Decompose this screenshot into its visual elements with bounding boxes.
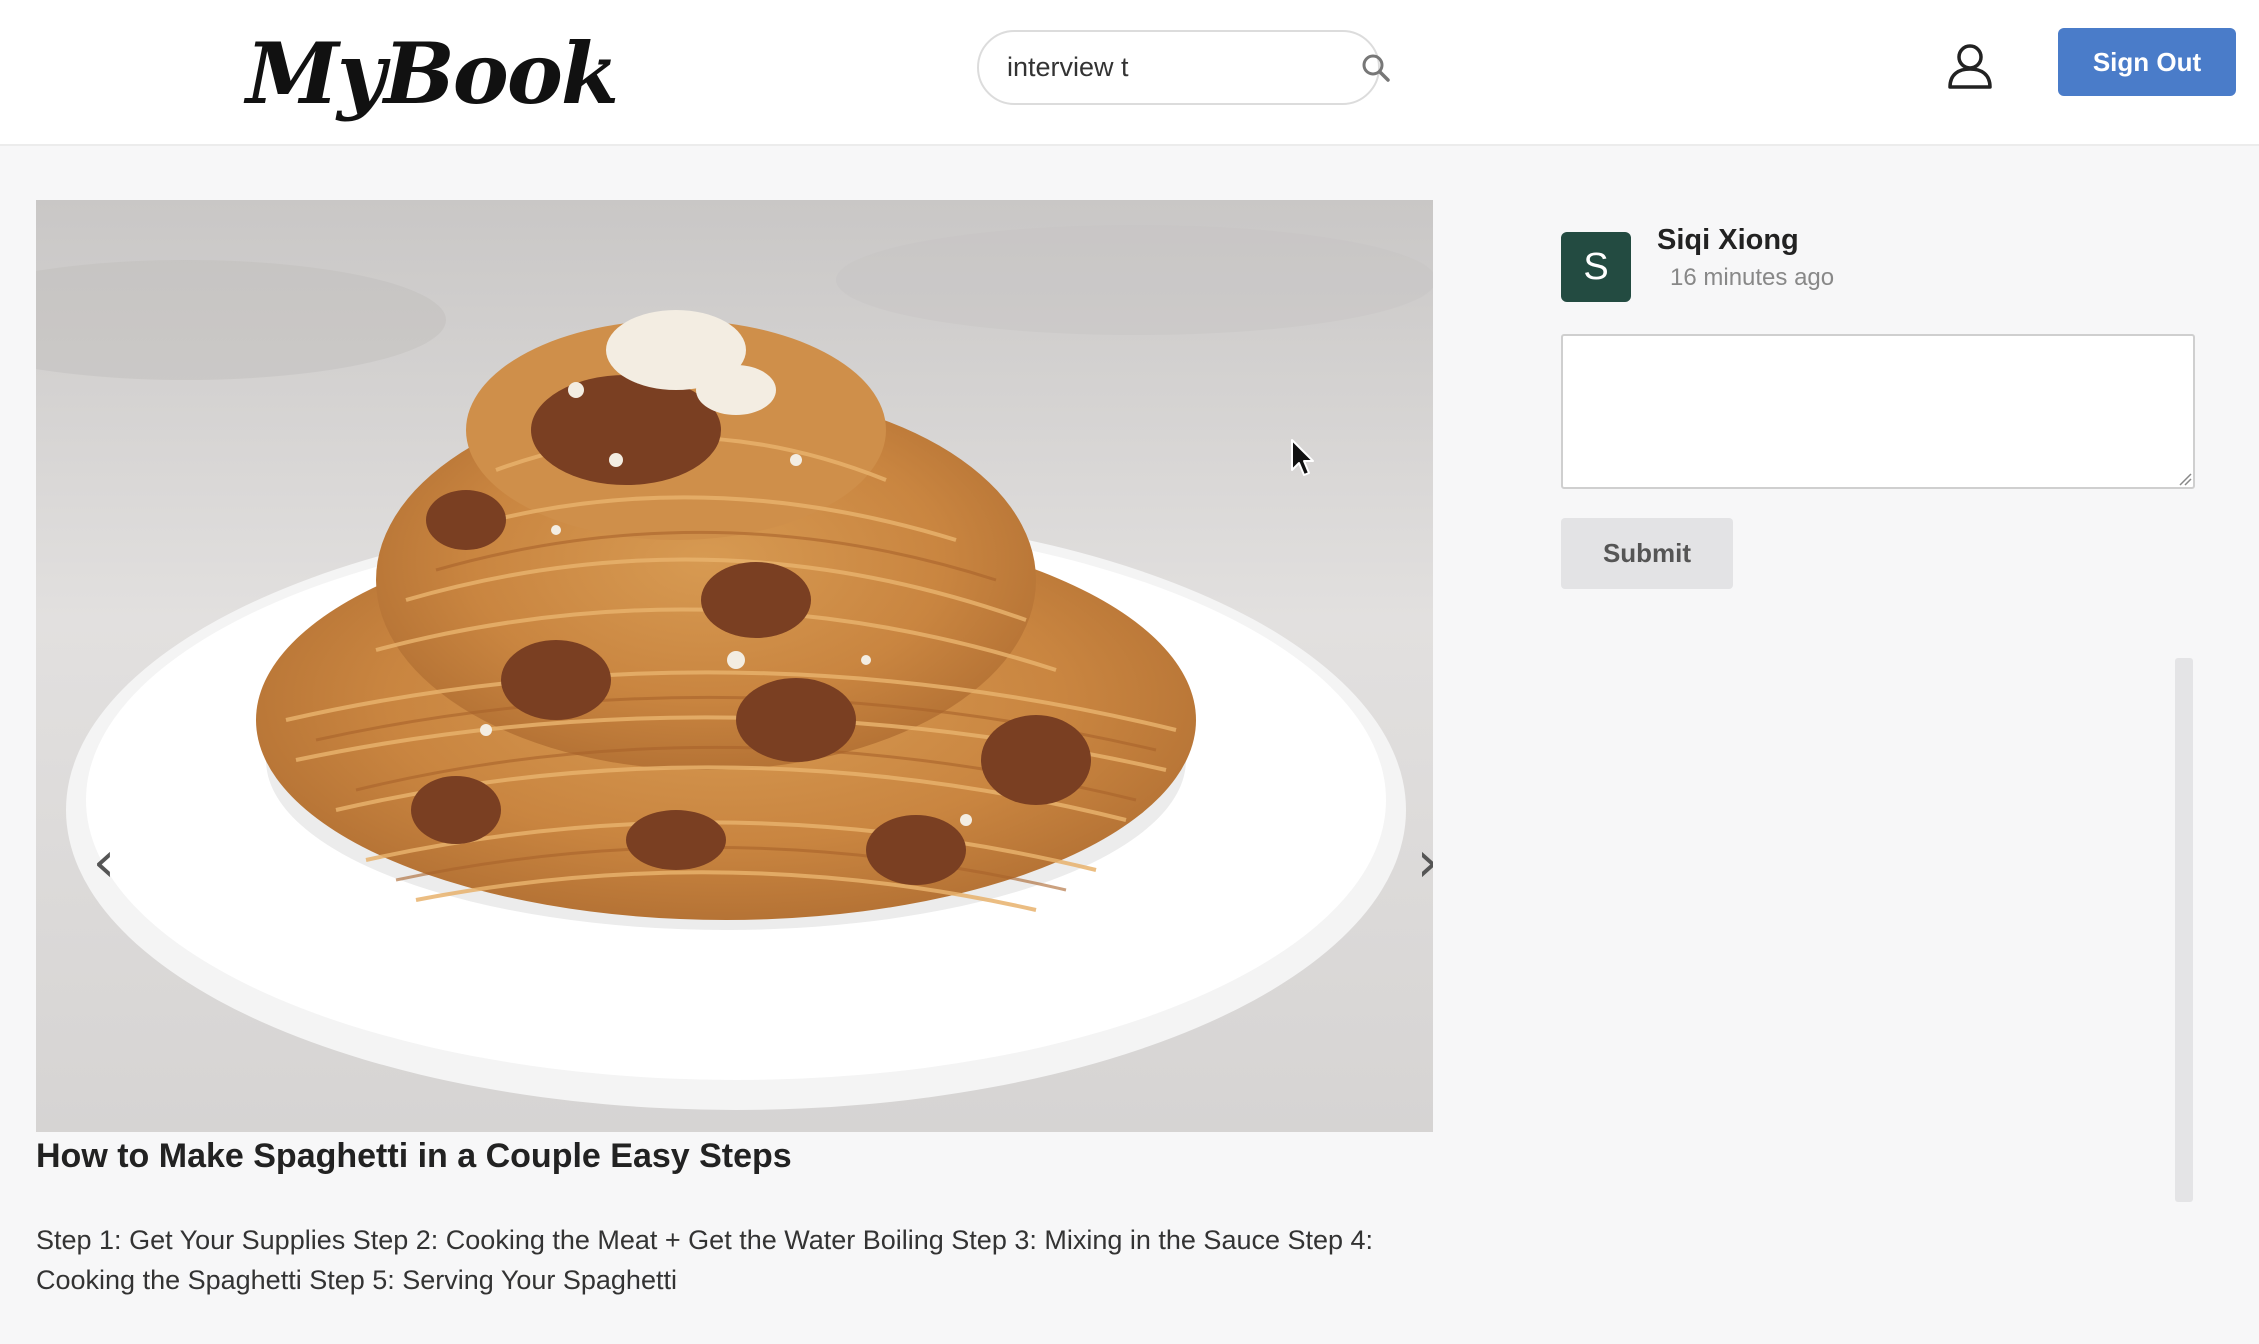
logo[interactable]: MyBook [246, 14, 619, 134]
comment-timestamp: 16 minutes ago [1670, 264, 1835, 291]
comments-scrollbar[interactable] [2175, 658, 2193, 1202]
chevron-right-icon[interactable]: › [1408, 830, 1433, 895]
comment-textarea[interactable] [1561, 334, 2195, 489]
post-title: How to Make Spaghetti in a Couple Easy S… [36, 1137, 792, 1175]
post-body: Step 1: Get Your Supplies Step 2: Cookin… [36, 1225, 1374, 1295]
image-carousel: ‹ › [36, 200, 1433, 1132]
comment-user-name: Siqi Xiong [1657, 224, 1799, 256]
search-input[interactable] [1007, 52, 1361, 83]
top-navbar: MyBook Sign Out [0, 0, 2259, 146]
mouse-cursor-icon [1291, 439, 1314, 476]
avatar: S [1561, 232, 1631, 302]
search-bar[interactable] [977, 30, 1390, 105]
resize-grip-icon[interactable] [2178, 472, 2192, 486]
submit-button[interactable]: Submit [1561, 518, 1733, 589]
sign-out-button[interactable]: Sign Out [2058, 28, 2236, 96]
chevron-left-icon[interactable]: ‹ [84, 830, 124, 895]
spaghetti-photo [36, 200, 1433, 1132]
user-icon[interactable] [1942, 38, 1998, 94]
search-icon[interactable] [1361, 51, 1391, 85]
